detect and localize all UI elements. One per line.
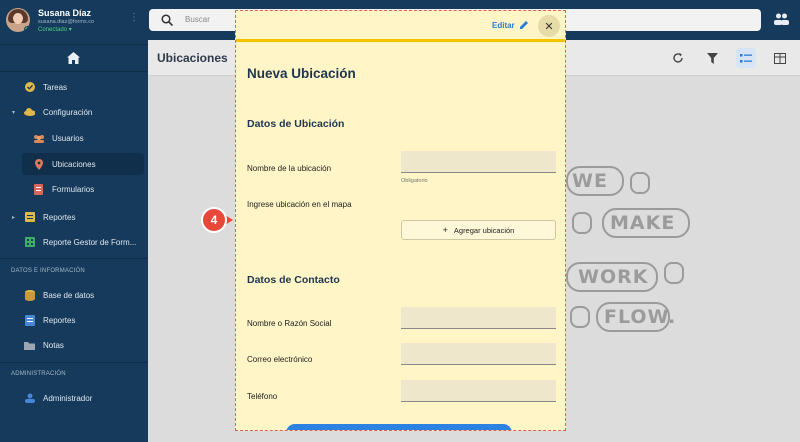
folder-icon [24, 340, 35, 351]
table-report-icon [24, 237, 35, 248]
checklist-icon [740, 53, 752, 62]
database-icon [24, 289, 35, 301]
avatar[interactable] [6, 8, 30, 32]
pencil-icon [520, 21, 528, 29]
sidebar-item-configuracion[interactable]: ▾ Configuración [0, 101, 148, 123]
user-email: susana.diaz@forms.co [38, 19, 95, 25]
location-name-field[interactable] [401, 151, 556, 173]
cloud-icon [24, 107, 35, 118]
filter-button[interactable] [702, 48, 722, 68]
edit-label: Editar [492, 21, 515, 30]
refresh-button[interactable] [668, 48, 688, 68]
sidebar-item-label: Usuarios [52, 133, 84, 143]
report-icon [24, 212, 35, 223]
sidebar-item-administrador[interactable]: Administrador [0, 387, 148, 409]
filter-icon [706, 52, 718, 64]
sidebar-item-reportes[interactable]: ▸ Reportes [0, 206, 148, 228]
user-status[interactable]: Conectado ▾ [38, 26, 72, 33]
user-profile[interactable]: Susana Díaz susana.diaz@forms.co Conecta… [0, 0, 148, 40]
sidebar-item-label: Ubicaciones [52, 159, 96, 169]
step-number: 4 [201, 207, 227, 233]
list-view-button[interactable] [736, 48, 756, 68]
home-button[interactable] [0, 44, 148, 72]
modal-title: Nueva Ubicación [247, 66, 356, 81]
sidebar-item-label: Formularios [52, 184, 95, 194]
map-label: Ingrese ubicación en el mapa [247, 200, 352, 209]
phone-field[interactable] [401, 380, 556, 402]
plus-icon: + [442, 225, 448, 235]
modal-toolbar: Editar ✕ [236, 11, 565, 39]
sidebar-item-label: Configuración [43, 107, 93, 117]
user-status-label: Conectado [38, 27, 68, 33]
user-name: Susana Díaz [38, 8, 92, 18]
sidebar-item-label: Reportes [43, 212, 76, 222]
illustration-word: WORK [578, 266, 649, 288]
refresh-icon [673, 53, 683, 63]
check-circle-icon [24, 82, 35, 93]
admin-icon [24, 393, 35, 404]
step-badge: 4 [201, 207, 235, 233]
sidebar-item-usuarios[interactable]: Usuarios [0, 127, 148, 149]
sidebar-item-reporte-gestor[interactable]: Reporte Gestor de Form... [0, 231, 148, 253]
sidebar-item-label: Reportes [43, 315, 76, 325]
people-icon[interactable] [774, 13, 789, 25]
home-icon [67, 52, 80, 64]
accent-line [236, 39, 565, 42]
page-title: Ubicaciones [157, 51, 228, 65]
close-button[interactable]: ✕ [538, 15, 560, 37]
sidebar: Susana Díaz susana.diaz@forms.co Conecta… [0, 0, 148, 442]
table-view-button[interactable] [770, 48, 790, 68]
location-pin-icon [33, 158, 44, 170]
section-title-contact: Datos de Contacto [247, 274, 340, 286]
add-location-button[interactable]: + Agregar ubicación [401, 220, 556, 240]
chevron-right-icon: ▸ [12, 214, 16, 221]
email-label: Correo electrónico [247, 355, 313, 364]
phone-label: Teléfono [247, 392, 278, 401]
sidebar-item-ubicaciones[interactable]: Ubicaciones [22, 153, 144, 175]
required-hint: Obligatorio [401, 178, 428, 184]
section-title-data: DATOS E INFORMACIÓN [11, 268, 85, 274]
close-icon: ✕ [544, 20, 554, 33]
divider [0, 258, 148, 259]
divider [0, 362, 148, 363]
form-icon [33, 183, 44, 195]
chevron-down-icon: ▾ [12, 109, 16, 116]
sidebar-item-label: Tareas [43, 82, 68, 92]
sidebar-item-label: Reporte Gestor de Form... [43, 237, 137, 247]
search-input[interactable]: Buscar [185, 15, 210, 24]
illustration-word: MAKE [610, 212, 676, 234]
section-title-location: Datos de Ubicación [247, 118, 345, 130]
sidebar-item-label: Base de datos [43, 290, 95, 300]
more-options-icon[interactable]: ⋮ [129, 12, 139, 23]
location-name-label: Nombre de la ubicación [247, 164, 332, 173]
add-location-label: Agregar ubicación [453, 225, 515, 235]
search-icon [161, 14, 173, 26]
business-name-label: Nombre o Razón Social [247, 319, 332, 328]
illustration-word: FLOW. [604, 306, 677, 328]
sidebar-item-label: Administrador [43, 393, 93, 403]
business-name-field[interactable] [401, 307, 556, 329]
submit-button[interactable] [286, 424, 512, 430]
new-location-modal: Editar ✕ Nueva Ubicación Datos de Ubicac… [235, 10, 566, 431]
sidebar-item-label: Notas [43, 340, 64, 350]
sidebar-item-formularios[interactable]: Formularios [0, 178, 148, 200]
illustration-word: WE [572, 170, 608, 192]
sidebar-item-base-de-datos[interactable]: Base de datos [0, 284, 148, 306]
users-icon [33, 133, 44, 144]
document-icon [24, 314, 35, 326]
online-status-dot [24, 26, 30, 32]
sidebar-item-tareas[interactable]: Tareas [0, 76, 148, 98]
table-icon [774, 52, 786, 64]
sidebar-item-reportes-data[interactable]: Reportes [0, 309, 148, 331]
email-field[interactable] [401, 343, 556, 365]
edit-button[interactable]: Editar [492, 21, 528, 30]
section-title-admin: ADMINISTRACIÓN [11, 371, 66, 377]
sidebar-item-notas[interactable]: Notas [0, 334, 148, 356]
